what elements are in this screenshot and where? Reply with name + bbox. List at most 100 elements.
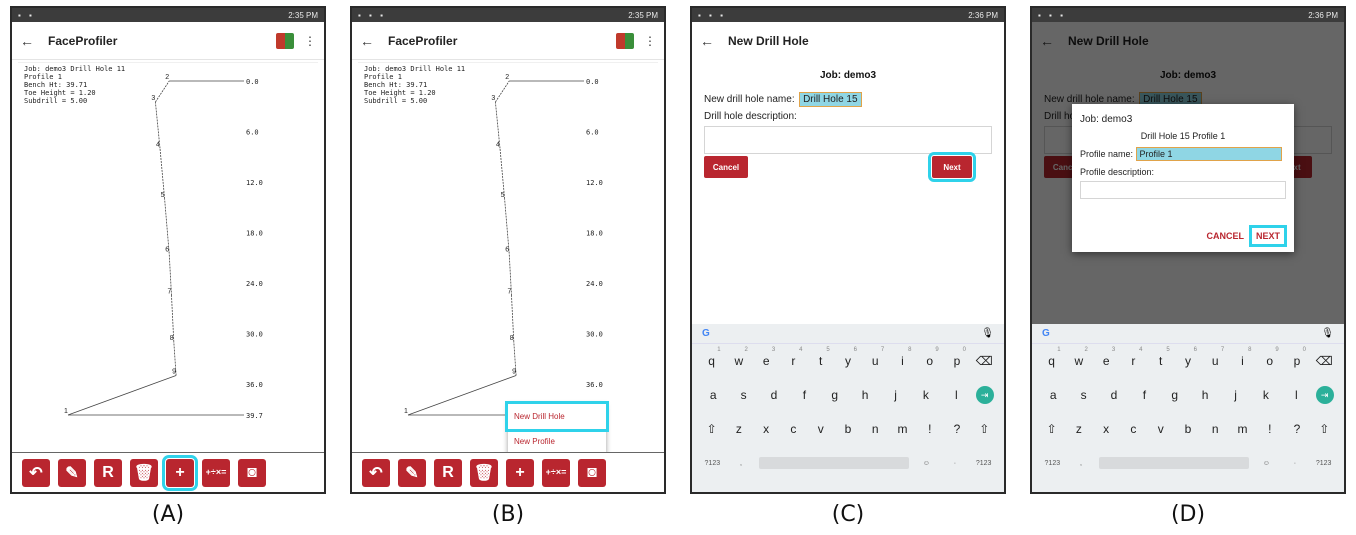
key[interactable]: 7u <box>864 347 886 368</box>
drill-status-icon[interactable] <box>616 32 634 49</box>
menu-item-new-profile[interactable]: New Profile <box>508 429 606 454</box>
r-button[interactable]: R <box>94 458 122 487</box>
key[interactable]: m <box>891 422 913 436</box>
key[interactable]: 4r <box>782 347 804 368</box>
key[interactable]: n <box>1204 422 1226 436</box>
key[interactable]: x <box>755 422 777 436</box>
profile-canvas[interactable]: Job: demo3 Drill Hole 11 Profile 1 Bench… <box>358 62 658 460</box>
more-vert-icon[interactable]: ⋮ <box>644 34 656 48</box>
key[interactable]: 6y <box>1177 347 1199 368</box>
key[interactable]: 0p <box>1286 347 1308 368</box>
key[interactable]: l <box>945 388 967 402</box>
edit-button[interactable]: ✎ <box>58 458 86 487</box>
key[interactable]: 5t <box>1150 347 1172 368</box>
period-key[interactable]: · <box>944 460 966 467</box>
key[interactable]: k <box>915 388 937 402</box>
key[interactable]: g <box>824 388 846 402</box>
undo-button[interactable]: ↶ <box>362 458 390 487</box>
profile-canvas[interactable]: Job: demo3 Drill Hole 11 Profile 1 Bench… <box>18 62 318 460</box>
add-button[interactable]: + <box>162 454 198 491</box>
cancel-button[interactable]: Cancel <box>704 156 748 178</box>
key[interactable]: c <box>782 422 804 436</box>
next-button[interactable]: Next <box>928 152 976 182</box>
add-button[interactable]: + <box>506 458 534 487</box>
key[interactable]: k <box>1255 388 1277 402</box>
key[interactable]: z <box>728 422 750 436</box>
key[interactable]: 9o <box>1259 347 1281 368</box>
key[interactable]: n <box>864 422 886 436</box>
key[interactable]: s <box>733 388 755 402</box>
shift-icon[interactable]: ⇧ <box>973 422 995 436</box>
camera-button[interactable]: ◙ <box>578 458 606 487</box>
calculator-button[interactable]: +÷×= <box>542 458 570 487</box>
key[interactable]: c <box>1122 422 1144 436</box>
drill-status-icon[interactable] <box>276 32 294 49</box>
key[interactable]: b <box>1177 422 1199 436</box>
period-key[interactable]: · <box>1284 460 1306 467</box>
camera-button[interactable]: ◙ <box>238 458 266 487</box>
space-key[interactable] <box>1098 457 1249 469</box>
google-icon[interactable]: G <box>702 328 710 339</box>
key[interactable]: b <box>837 422 859 436</box>
key[interactable]: d <box>1103 388 1125 402</box>
symbols-key[interactable]: ?123 <box>701 460 723 467</box>
dialog-next-button[interactable]: NEXT <box>1248 225 1288 247</box>
key[interactable]: ! <box>919 422 941 436</box>
enter-icon[interactable]: ⇥ <box>1315 386 1334 404</box>
dialog-cancel-button[interactable]: CANCEL <box>1206 231 1244 241</box>
profile-desc-input[interactable] <box>1080 181 1286 199</box>
key[interactable]: z <box>1068 422 1090 436</box>
comma-key[interactable]: , <box>730 460 752 467</box>
key[interactable]: 4r <box>1122 347 1144 368</box>
menu-item-new-drill-hole[interactable]: New Drill Hole <box>505 401 609 432</box>
more-vert-icon[interactable]: ⋮ <box>304 34 316 48</box>
key[interactable]: f <box>793 388 815 402</box>
key[interactable]: 7u <box>1204 347 1226 368</box>
backspace-icon[interactable]: ⌫ <box>1313 354 1335 368</box>
google-icon[interactable]: G <box>1042 328 1050 339</box>
delete-button[interactable]: 🗑 <box>470 458 498 487</box>
key[interactable]: v <box>1150 422 1172 436</box>
symbols-key[interactable]: ?123 <box>1041 460 1063 467</box>
key[interactable]: 3e <box>755 347 777 368</box>
key[interactable]: 3e <box>1095 347 1117 368</box>
space-key[interactable] <box>758 457 909 469</box>
key[interactable]: d <box>763 388 785 402</box>
key[interactable]: g <box>1164 388 1186 402</box>
key[interactable]: l <box>1285 388 1307 402</box>
key[interactable]: m <box>1231 422 1253 436</box>
shift-icon[interactable]: ⇧ <box>1313 422 1335 436</box>
key[interactable]: 5t <box>810 347 832 368</box>
key[interactable]: ? <box>1286 422 1308 436</box>
backspace-icon[interactable]: ⌫ <box>973 354 995 368</box>
key[interactable]: h <box>854 388 876 402</box>
r-button[interactable]: R <box>434 458 462 487</box>
key[interactable]: s <box>1073 388 1095 402</box>
key[interactable]: ! <box>1259 422 1281 436</box>
calculator-button[interactable]: +÷×= <box>202 458 230 487</box>
arrow-left-icon[interactable]: ← <box>700 33 728 49</box>
key[interactable]: 9o <box>919 347 941 368</box>
key[interactable]: 2w <box>728 347 750 368</box>
mic-icon[interactable]: 🎙 <box>981 328 994 339</box>
key[interactable]: 8i <box>891 347 913 368</box>
enter-icon[interactable]: ⇥ <box>975 386 994 404</box>
key[interactable]: h <box>1194 388 1216 402</box>
symbols-key[interactable]: ?123 <box>973 460 995 467</box>
key[interactable]: 0p <box>946 347 968 368</box>
edit-button[interactable]: ✎ <box>398 458 426 487</box>
emoji-icon[interactable]: ☺ <box>915 460 937 467</box>
delete-button[interactable]: 🗑 <box>130 458 158 487</box>
drill-hole-name-input[interactable]: Drill Hole 15 <box>799 92 862 107</box>
key[interactable]: x <box>1095 422 1117 436</box>
key[interactable]: ? <box>946 422 968 436</box>
profile-name-input[interactable]: Profile 1 <box>1135 147 1282 161</box>
shift-icon[interactable]: ⇧ <box>701 422 723 436</box>
key[interactable]: 8i <box>1231 347 1253 368</box>
arrow-left-icon[interactable]: ← <box>20 33 48 49</box>
symbols-key[interactable]: ?123 <box>1313 460 1335 467</box>
key[interactable]: 2w <box>1068 347 1090 368</box>
emoji-icon[interactable]: ☺ <box>1255 460 1277 467</box>
key[interactable]: 6y <box>837 347 859 368</box>
comma-key[interactable]: , <box>1070 460 1092 467</box>
